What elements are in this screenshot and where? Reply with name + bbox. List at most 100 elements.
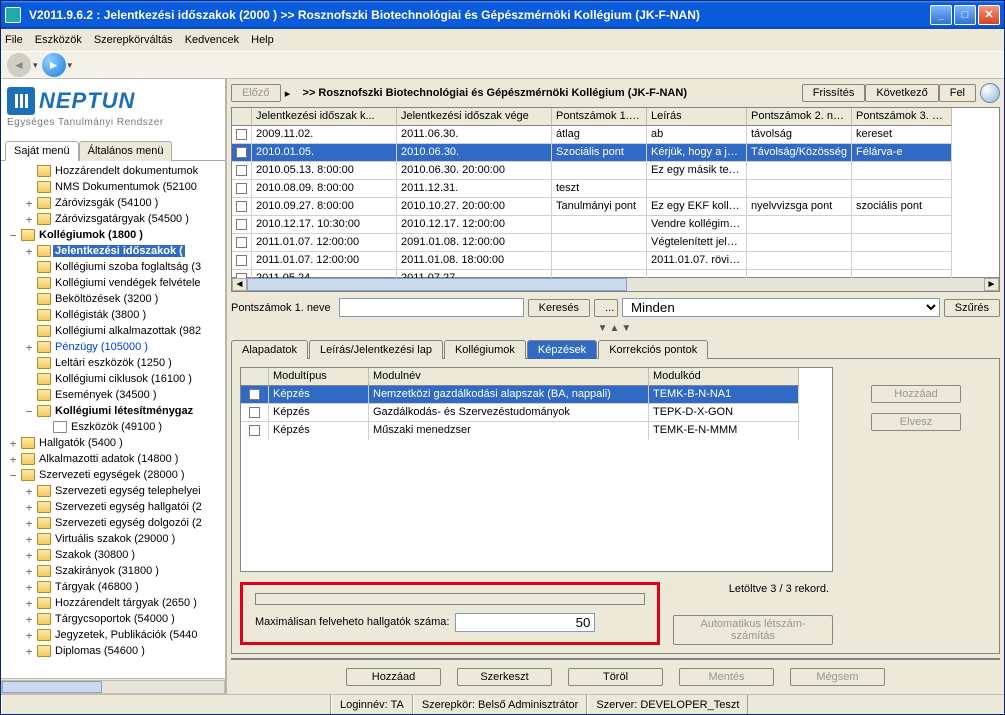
row-checkbox[interactable] — [236, 183, 247, 194]
table-row[interactable]: KépzésNemzetközi gazdálkodási alapszak (… — [241, 386, 832, 404]
tree-item[interactable]: +Szakok (30800 ) — [3, 547, 225, 563]
tree-twisty[interactable]: + — [23, 517, 35, 530]
column-header[interactable]: Leírás — [647, 108, 747, 126]
tree-item[interactable]: +Szervezeti egység hallgatói (2 — [3, 499, 225, 515]
tree-item[interactable]: Események (34500 ) — [3, 387, 225, 403]
table-row[interactable]: 2011.01.07. 12:00:002091.01.08. 12:00:00… — [232, 234, 999, 252]
tree-item[interactable]: Kollégiumi vendégek felvétele — [3, 275, 225, 291]
column-header[interactable]: Pontszámok 2. ne... — [747, 108, 852, 126]
tree-view[interactable]: Hozzárendelt dokumentumokNMS Dokumentumo… — [1, 161, 225, 678]
row-checkbox[interactable] — [236, 147, 247, 158]
tree-item[interactable]: +Szervezeti egység telephelyei — [3, 483, 225, 499]
menu-role[interactable]: Szerepkörváltás — [94, 34, 173, 46]
column-header[interactable] — [241, 368, 269, 386]
tree-twisty[interactable]: + — [7, 453, 19, 466]
tree-twisty[interactable]: + — [23, 581, 35, 594]
tree-twisty[interactable]: + — [23, 613, 35, 626]
menu-tools[interactable]: Eszközök — [35, 34, 82, 46]
column-header[interactable]: Modulkód — [649, 368, 799, 386]
tab-alapadatok[interactable]: Alapadatok — [231, 340, 308, 359]
tree-twisty[interactable]: + — [23, 245, 35, 258]
tree-twisty[interactable]: − — [7, 229, 19, 242]
tree-twisty[interactable]: + — [23, 341, 35, 354]
menu-fav[interactable]: Kedvencek — [185, 34, 239, 46]
tree-item[interactable]: Kollégiumi szoba foglaltság (3 — [3, 259, 225, 275]
table-row[interactable]: 2011.05.242011.07.27 — [232, 270, 999, 278]
tree-item[interactable]: +Tárgyak (46800 ) — [3, 579, 225, 595]
bottom-edit-button[interactable]: Szerkeszt — [457, 668, 552, 686]
tree-item[interactable]: Kollégiumi ciklusok (16100 ) — [3, 371, 225, 387]
tree-item[interactable]: NMS Dokumentumok (52100 — [3, 179, 225, 195]
tab-leírás/jelentkezési lap[interactable]: Leírás/Jelentkezési lap — [309, 340, 443, 359]
bottom-cancel-button[interactable]: Mégsem — [790, 668, 885, 686]
row-checkbox[interactable] — [249, 425, 260, 436]
table-row[interactable]: 2010.09.27. 8:00:002010.10.27. 20:00:00T… — [232, 198, 999, 216]
tree-twisty[interactable]: + — [23, 597, 35, 610]
up-button[interactable]: Fel — [939, 84, 976, 102]
search-button[interactable]: Keresés — [528, 299, 590, 317]
column-header[interactable]: Pontszámok 1. ne... — [552, 108, 647, 126]
tree-item[interactable]: −Kollégiumok (1800 ) — [3, 227, 225, 243]
menu-help[interactable]: Help — [251, 34, 274, 46]
row-checkbox[interactable] — [236, 273, 247, 278]
tree-item[interactable]: +Diplomas (54600 ) — [3, 643, 225, 659]
tab-korrekciós pontok[interactable]: Korrekciós pontok — [598, 340, 708, 359]
tree-item[interactable]: +Záróvizsgatárgyak (54500 ) — [3, 211, 225, 227]
table-row[interactable]: 2010.01.05.2010.06.30.Szociális pontKérj… — [232, 144, 999, 162]
tree-item[interactable]: +Pénzügy (105000 ) — [3, 339, 225, 355]
add-training-button[interactable]: Hozzáad — [871, 385, 961, 403]
column-header[interactable] — [232, 108, 252, 126]
row-checkbox[interactable] — [236, 201, 247, 212]
auto-count-button[interactable]: Automatikus létszám-számítás — [673, 615, 833, 645]
prev-button[interactable]: Előző — [231, 84, 281, 102]
row-checkbox[interactable] — [236, 129, 247, 140]
tree-twisty[interactable]: + — [23, 485, 35, 498]
row-checkbox[interactable] — [236, 165, 247, 176]
tree-twisty[interactable]: + — [23, 501, 35, 514]
column-header[interactable]: Pontszámok 3. ne... — [852, 108, 952, 126]
tree-item[interactable]: +Záróvizsgák (54100 ) — [3, 195, 225, 211]
table-row[interactable]: 2009.11.02.2011.06.30.átlagabtávolságker… — [232, 126, 999, 144]
maximize-button[interactable]: □ — [954, 5, 976, 25]
tree-item[interactable]: +Hozzárendelt tárgyak (2650 ) — [3, 595, 225, 611]
max-students-input[interactable] — [455, 613, 595, 632]
row-checkbox[interactable] — [236, 255, 247, 266]
table-row[interactable]: 2010.05.13. 8:00:002010.06.30. 20:00:00E… — [232, 162, 999, 180]
tree-tab-own[interactable]: Saját menü — [5, 141, 79, 161]
nav-forward-dropdown[interactable]: ▾ — [68, 60, 73, 71]
bottom-delete-button[interactable]: Töröl — [568, 668, 663, 686]
table-row[interactable]: 2010.08.09. 8:00:002011.12.31.teszt — [232, 180, 999, 198]
table-row[interactable]: KépzésGazdálkodás- és Szervezéstudományo… — [241, 404, 832, 422]
pin-button[interactable] — [980, 83, 1000, 103]
tree-twisty[interactable]: + — [23, 629, 35, 642]
nav-back-button[interactable]: ◄ — [7, 53, 31, 77]
tree-twisty[interactable]: + — [23, 533, 35, 546]
tree-item[interactable]: +Szervezeti egység dolgozói (2 — [3, 515, 225, 531]
nav-forward-button[interactable]: ► — [42, 53, 66, 77]
splitter-handle[interactable]: ▼▲▼ — [231, 323, 1000, 335]
tree-twisty[interactable]: + — [23, 645, 35, 658]
tree-item[interactable]: +Jegyzetek, Publikációk (5440 — [3, 627, 225, 643]
column-header[interactable]: Modultípus — [269, 368, 369, 386]
filter-button[interactable]: Szűrés — [944, 299, 1000, 317]
tree-item[interactable]: +Tárgycsoportok (54000 ) — [3, 611, 225, 627]
tree-item[interactable]: Kollégiumi alkalmazottak (982 — [3, 323, 225, 339]
tree-twisty[interactable]: + — [23, 549, 35, 562]
tab-képzések[interactable]: Képzések — [527, 340, 597, 359]
column-header[interactable]: Jelentkezési időszak k... — [252, 108, 397, 126]
tree-item[interactable]: Leltári eszközök (1250 ) — [3, 355, 225, 371]
tree-item[interactable]: +Szakirányok (31800 ) — [3, 563, 225, 579]
column-header[interactable]: Modulnév — [369, 368, 649, 386]
tab-kollégiumok[interactable]: Kollégiumok — [444, 340, 526, 359]
tree-item[interactable]: +Alkalmazotti adatok (14800 ) — [3, 451, 225, 467]
tree-twisty[interactable]: + — [7, 437, 19, 450]
tree-tab-general[interactable]: Általános menü — [79, 141, 173, 161]
search-input[interactable] — [339, 298, 524, 317]
tree-item[interactable]: Beköltözések (3200 ) — [3, 291, 225, 307]
row-checkbox[interactable] — [236, 219, 247, 230]
tree-item[interactable]: −Szervezeti egységek (28000 ) — [3, 467, 225, 483]
nav-back-dropdown[interactable]: ▾ — [33, 60, 38, 71]
tree-twisty[interactable]: − — [7, 469, 19, 482]
bottom-add-button[interactable]: Hozzáad — [346, 668, 441, 686]
table-row[interactable]: KépzésMűszaki menedzserTEMK-E-N-MMM — [241, 422, 832, 440]
